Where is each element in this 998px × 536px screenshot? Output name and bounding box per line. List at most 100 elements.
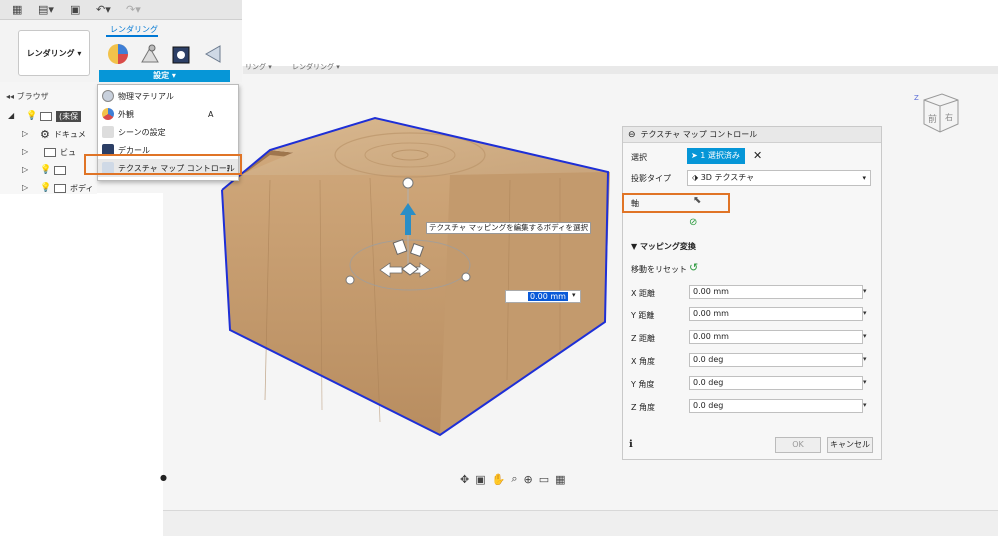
navcube-z-axis-icon: Z [914, 94, 919, 102]
chevron-down-icon[interactable]: ▾ [863, 332, 867, 340]
quick-access-toolbar: ▦ ▤▾ ▣ ↶▾ ↷▾ [0, 0, 242, 20]
menu-highlight-frame [84, 154, 242, 175]
app-grid-icon[interactable]: ▦ [12, 3, 22, 17]
visibility-bulb-icon[interactable]: 💡 [40, 183, 51, 193]
section-mapping-transform[interactable]: ▼ マッピング変換 [631, 241, 696, 252]
cursor-icon: ➤ [691, 151, 701, 160]
pan-icon[interactable]: ✋ [492, 473, 506, 486]
triangle-right-icon[interactable]: ▷ [22, 165, 32, 175]
undo-icon[interactable]: ↶▾ [96, 3, 111, 17]
z-angle-input[interactable]: 0.0 deg [689, 399, 863, 413]
tree-label-bodies: ボディ [70, 183, 94, 193]
workspace-selector[interactable]: レンダリング ▾ [18, 30, 90, 76]
x-distance-input[interactable]: 0.00 mm [689, 285, 863, 299]
grid-icon[interactable]: ▦ [555, 473, 565, 486]
navcube-front-label: 前 [928, 113, 937, 125]
tab-faded-1[interactable]: リング ▾ [245, 62, 272, 72]
cancel-button[interactable]: キャンセル [827, 437, 873, 453]
folder-icon [54, 183, 66, 193]
visibility-bulb-icon[interactable]: 💡 [40, 165, 51, 175]
chevron-down-icon[interactable]: ▾ [863, 378, 867, 386]
browser-header[interactable]: ◂◂ ブラウザ [6, 91, 96, 105]
browser-panel [0, 90, 97, 194]
distance-input[interactable]: 0.00 mm ▾ [505, 290, 581, 303]
display-settings-icon[interactable]: ▭ [539, 473, 549, 486]
appearance-icon[interactable] [106, 42, 130, 66]
selection-tooltip: テクスチャ マッピングを編集するボディを選択 [426, 222, 592, 234]
menu-item-scene-settings[interactable]: シーンの設定 [98, 123, 238, 141]
triangle-right-icon[interactable]: ▷ [22, 129, 32, 139]
tab-faded-2[interactable]: レンダリング ▾ [292, 62, 340, 72]
tree-row-origin[interactable]: ▷ 💡 [0, 162, 97, 178]
folder-icon [44, 147, 56, 157]
browser-panel-blank: ● [0, 193, 167, 536]
chevron-down-icon[interactable]: ▾ [863, 309, 867, 317]
triangle-down-icon[interactable]: ◢ [8, 111, 18, 121]
y-angle-input[interactable]: 0.0 deg [689, 376, 863, 390]
y-distance-input[interactable]: 0.00 mm [689, 307, 863, 321]
timeline-play-icon[interactable]: ● [160, 473, 167, 482]
z-distance-label: Z 距離 [631, 334, 656, 343]
zoom-icon[interactable]: ⌕ [511, 472, 517, 486]
z-distance-input[interactable]: 0.00 mm [689, 330, 863, 344]
gear-icon: ⚙ [40, 127, 50, 141]
appearance-icon [102, 108, 114, 120]
material-sphere-icon [102, 90, 114, 102]
collapse-circle-icon[interactable]: ⊖ [628, 130, 636, 140]
x-angle-input[interactable]: 0.0 deg [689, 353, 863, 367]
navcube-right-label: 右 [945, 112, 953, 122]
save-icon[interactable]: ▣ [70, 3, 80, 17]
tree-row-view[interactable]: ▷ ビュ [0, 144, 97, 160]
axis-highlight-frame [622, 193, 730, 213]
tab-rendering[interactable]: レンダリング [110, 24, 158, 35]
y-angle-label: Y 角度 [631, 380, 655, 389]
x-angle-label: X 角度 [631, 357, 656, 366]
axis-icon[interactable]: ⊘ [689, 217, 697, 228]
chevron-down-icon[interactable]: ▾ [572, 291, 576, 299]
look-at-icon[interactable]: ▣ [475, 473, 485, 486]
distance-value[interactable]: 0.00 mm [528, 292, 568, 301]
reset-label: 移動をリセット [631, 265, 687, 274]
decal-icon[interactable] [170, 42, 194, 66]
texture-manipulator-gizmo[interactable] [340, 175, 490, 305]
menu-item-appearance[interactable]: 外観 A [98, 105, 238, 123]
fit-icon[interactable]: ⊕ [524, 473, 533, 486]
tree-row-document[interactable]: ▷ ⚙ ドキュメ [0, 126, 97, 142]
orbit-icon[interactable]: ✥ [460, 473, 469, 486]
y-distance-label: Y 距離 [631, 311, 655, 320]
redo-icon[interactable]: ↷▾ [126, 3, 141, 17]
texture-map-icon[interactable] [202, 42, 226, 66]
triangle-right-icon[interactable]: ▷ [22, 183, 32, 193]
select-label: 選択 [631, 153, 647, 162]
reset-icon[interactable]: ↺ [689, 261, 698, 274]
file-icon[interactable]: ▤▾ [38, 3, 54, 17]
tree-row-bodies[interactable]: ▷ 💡 ボディ [0, 180, 97, 196]
select-button[interactable]: ➤ 1 選択済み [687, 148, 745, 164]
chevron-down-icon[interactable]: ▾ [862, 171, 866, 185]
scene-settings-icon[interactable] [138, 42, 162, 66]
chevron-down-icon[interactable]: ▾ [863, 401, 867, 409]
tab-underline [106, 35, 158, 37]
3d-texture-icon: ⬗ [692, 173, 701, 182]
toolbar-strip [243, 66, 998, 74]
texture-map-control-dialog: ⊖ テクスチャ マップ コントロール 選択 ➤ 1 選択済み ✕ 投影タイプ ⬗… [622, 126, 882, 460]
visibility-bulb-icon[interactable]: 💡 [26, 111, 37, 121]
menu-item-physical-material[interactable]: 物理マテリアル [98, 87, 238, 105]
projection-select[interactable]: ⬗ 3D テクスチャ ▾ [687, 170, 871, 186]
tree-label-root: (未保 [56, 110, 82, 122]
x-distance-label: X 距離 [631, 289, 656, 298]
chevron-down-icon[interactable]: ▾ [863, 287, 867, 295]
settings-dropdown-button[interactable]: 設定 ▾ [99, 70, 230, 82]
tree-row-root[interactable]: ◢ 💡 (未保 [0, 108, 97, 124]
view-cube[interactable]: 前 右 Z [912, 90, 962, 136]
clear-selection-icon[interactable]: ✕ [753, 149, 762, 162]
ok-button[interactable]: OK [775, 437, 821, 453]
chevron-down-icon[interactable]: ▾ [863, 355, 867, 363]
shortcut-label: A [208, 109, 214, 119]
triangle-right-icon[interactable]: ▷ [22, 147, 32, 157]
tree-label-document: ドキュメ [53, 129, 86, 139]
folder-icon [54, 165, 66, 175]
dialog-title-bar[interactable]: ⊖ テクスチャ マップ コントロール [623, 127, 881, 143]
collapse-icon[interactable]: ◂◂ [6, 92, 17, 101]
info-icon[interactable]: ℹ [629, 439, 633, 450]
